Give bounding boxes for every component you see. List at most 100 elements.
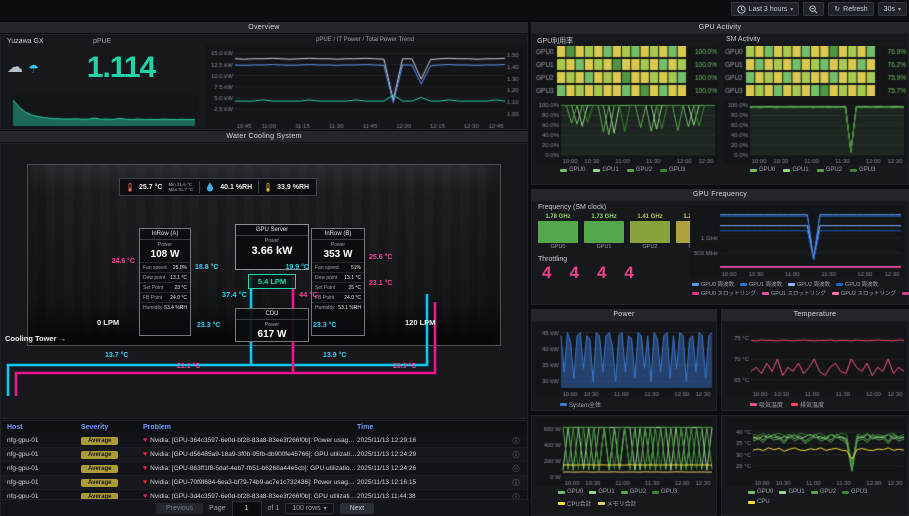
thermometer-icon — [127, 182, 133, 193]
legend-item[interactable]: GPU3 スロットリング — [902, 289, 909, 297]
gpu-activity-panel-header: GPU Activity — [531, 22, 909, 33]
throttle-count-gpu0: 4 — [542, 263, 551, 283]
page-of-label: of 1 — [268, 505, 280, 512]
legend-item[interactable]: CPU合計 — [558, 499, 592, 508]
legend-item[interactable]: GPU0 周波数 — [692, 280, 734, 288]
legend-item[interactable]: GPU3 — [850, 167, 875, 173]
alert-row[interactable]: nfg-gpu-01 Average ♥Nvidia: [GPU-863ff1f… — [1, 462, 527, 476]
inrow-b-row: Set Point25 °C — [312, 282, 364, 292]
site-label: Yuzawa GX — [7, 38, 44, 45]
frequency-swatch — [630, 221, 670, 243]
per-gpu-temperature-chart[interactable] — [725, 418, 907, 486]
legend-item[interactable]: GPU2 — [621, 489, 646, 495]
frequency-cell-gpu2[interactable]: 1.41 GHz GPU2 — [630, 214, 670, 250]
inrow-b-row: FB Point24.0 °C — [312, 292, 364, 302]
power-trend-chart[interactable] — [205, 45, 527, 129]
severity-badge: Average — [81, 437, 118, 445]
legend-item[interactable]: 排気温度 — [791, 400, 824, 409]
sm-activity-chart[interactable] — [724, 100, 907, 164]
info-icon[interactable]: ⓘ — [507, 436, 525, 446]
info-icon[interactable]: ⓘ — [507, 450, 525, 460]
legend-item[interactable]: GPU1 — [783, 167, 808, 173]
gpu-util-chart[interactable] — [535, 100, 718, 164]
inrow-b-row: Humidity53.1 %RH — [312, 302, 364, 312]
legend-item[interactable]: メモリ合計 — [598, 499, 637, 508]
refresh-interval-picker[interactable]: 30s ▾ — [878, 2, 907, 16]
refresh-label: Refresh — [843, 6, 868, 13]
thermometer-icon — [265, 182, 271, 193]
column-header-host[interactable]: Host — [1, 424, 81, 431]
inrow-a-power-value: 108 W — [140, 249, 190, 260]
alert-row[interactable]: nfg-gpu-01 Average ♥Nvidia: [GPU-d56485a… — [1, 448, 527, 462]
legend-item[interactable]: GPU3 — [660, 167, 685, 173]
column-header-problem[interactable]: Problem — [143, 424, 357, 431]
legend-item[interactable]: GPU2 — [817, 167, 842, 173]
legend-item[interactable]: GPU3 — [652, 489, 677, 495]
column-header-severity[interactable]: Severity — [81, 424, 143, 431]
inrow-b-supply-temp: 19.9 °C — [277, 264, 309, 271]
sm-activity-heatmap[interactable] — [724, 46, 907, 96]
info-icon[interactable]: ⓘ — [507, 464, 525, 474]
legend-item[interactable]: GPU1 — [593, 167, 618, 173]
water-cooling-header-label: Water Cooling System — [226, 133, 301, 140]
legend-item[interactable]: GPU2 スロットリング — [832, 289, 896, 297]
info-icon[interactable]: ⓘ — [507, 478, 525, 488]
per-gpu-power-chart[interactable] — [535, 418, 715, 486]
throttle-count-gpu1: 4 — [569, 263, 578, 283]
zoom-out-button[interactable] — [803, 2, 824, 16]
ppue-sparkline-chart[interactable] — [11, 95, 197, 128]
legend-item[interactable]: 吸気温度 — [750, 400, 783, 409]
frequency-cell-gpu1[interactable]: 1.73 GHz GPU1 — [584, 214, 624, 250]
legend-item[interactable]: GPU0 スロットリング — [692, 289, 756, 297]
legend-item[interactable]: GPU0 — [558, 489, 583, 495]
severity-badge: Average — [81, 465, 118, 473]
next-page-button[interactable]: Next — [340, 503, 374, 514]
frequency-cell-gpu0[interactable]: 1.78 GHz GPU0 — [538, 214, 578, 250]
loop2-supply-temp: 13.9 °C — [323, 352, 346, 359]
frequency-swatch — [584, 221, 624, 243]
legend-item[interactable]: GPU2 — [627, 167, 652, 173]
gpu-util-heatmap[interactable] — [535, 46, 718, 96]
alert-row[interactable]: nfg-gpu-01 Average ♥Nvidia: [GPU-364c359… — [1, 434, 527, 448]
time-range-picker[interactable]: Last 3 hours ▾ — [731, 2, 800, 16]
overview-panel: Yuzawa GX pPUE ☁ ☂ 1.114 pPUE / IT Power… — [0, 34, 528, 130]
secondary-humidity-value: 33.9 %RH — [277, 184, 309, 191]
alert-row[interactable]: nfg-gpu-01 Average ♥Nvidia: [GPU-70f9f68… — [1, 476, 527, 490]
page-label: Page — [209, 505, 225, 512]
gpu-util-legend: GPU0 GPU1 GPU2 GPU3 — [560, 167, 685, 173]
problem-heart-icon: ♥ — [143, 451, 147, 458]
legend-item[interactable]: GPU0 — [750, 167, 775, 173]
legend-item[interactable]: GPU3 — [842, 489, 867, 495]
previous-page-button[interactable]: Previous — [156, 503, 203, 514]
legend-item[interactable]: GPU1 周波数 — [740, 280, 782, 288]
page-number-input[interactable] — [232, 501, 262, 516]
power-legend: System全体 — [560, 400, 601, 409]
legend-item[interactable]: CPU — [748, 499, 770, 505]
alerts-panel: Host Severity Problem Time nfg-gpu-01 Av… — [0, 420, 528, 516]
legend-item[interactable]: GPU1 — [779, 489, 804, 495]
legend-item[interactable]: GPU1 — [589, 489, 614, 495]
alerts-table-header: Host Severity Problem Time — [1, 421, 527, 434]
legend-item[interactable]: GPU3 周波数 — [836, 280, 878, 288]
refresh-button[interactable]: ↻ Refresh — [828, 2, 873, 16]
system-power-chart[interactable] — [535, 323, 715, 397]
legend-item[interactable]: GPU0 — [560, 167, 585, 173]
gpu-frequency-chart[interactable] — [690, 205, 904, 277]
overview-panel-header: Overview — [0, 22, 528, 33]
legend-item[interactable]: GPU0 — [748, 489, 773, 495]
ppue-metric-label: pPUE — [93, 38, 111, 45]
legend-item[interactable]: System全体 — [560, 400, 601, 409]
inrow-a-row: FB Point24.0 °C — [140, 292, 190, 302]
inrow-b-title: InRow (B) — [312, 229, 364, 240]
legend-item[interactable]: GPU2 — [811, 489, 836, 495]
coolant-flow-badge: 5.4 LPM — [248, 274, 296, 289]
legend-item[interactable]: GPU1 スロットリング — [762, 289, 826, 297]
rows-per-page-select[interactable]: 100 rows▾ — [285, 503, 333, 514]
air-temperature-chart[interactable] — [725, 323, 907, 397]
divider — [258, 181, 259, 193]
gpu-temp-legend-row2: CPU — [748, 499, 770, 505]
inrow-a-title: InRow (A) — [140, 229, 190, 240]
legend-item[interactable]: GPU2 周波数 — [788, 280, 830, 288]
column-header-time[interactable]: Time — [357, 424, 507, 431]
inrow-a-row: Fan speed25.0% — [140, 262, 190, 272]
